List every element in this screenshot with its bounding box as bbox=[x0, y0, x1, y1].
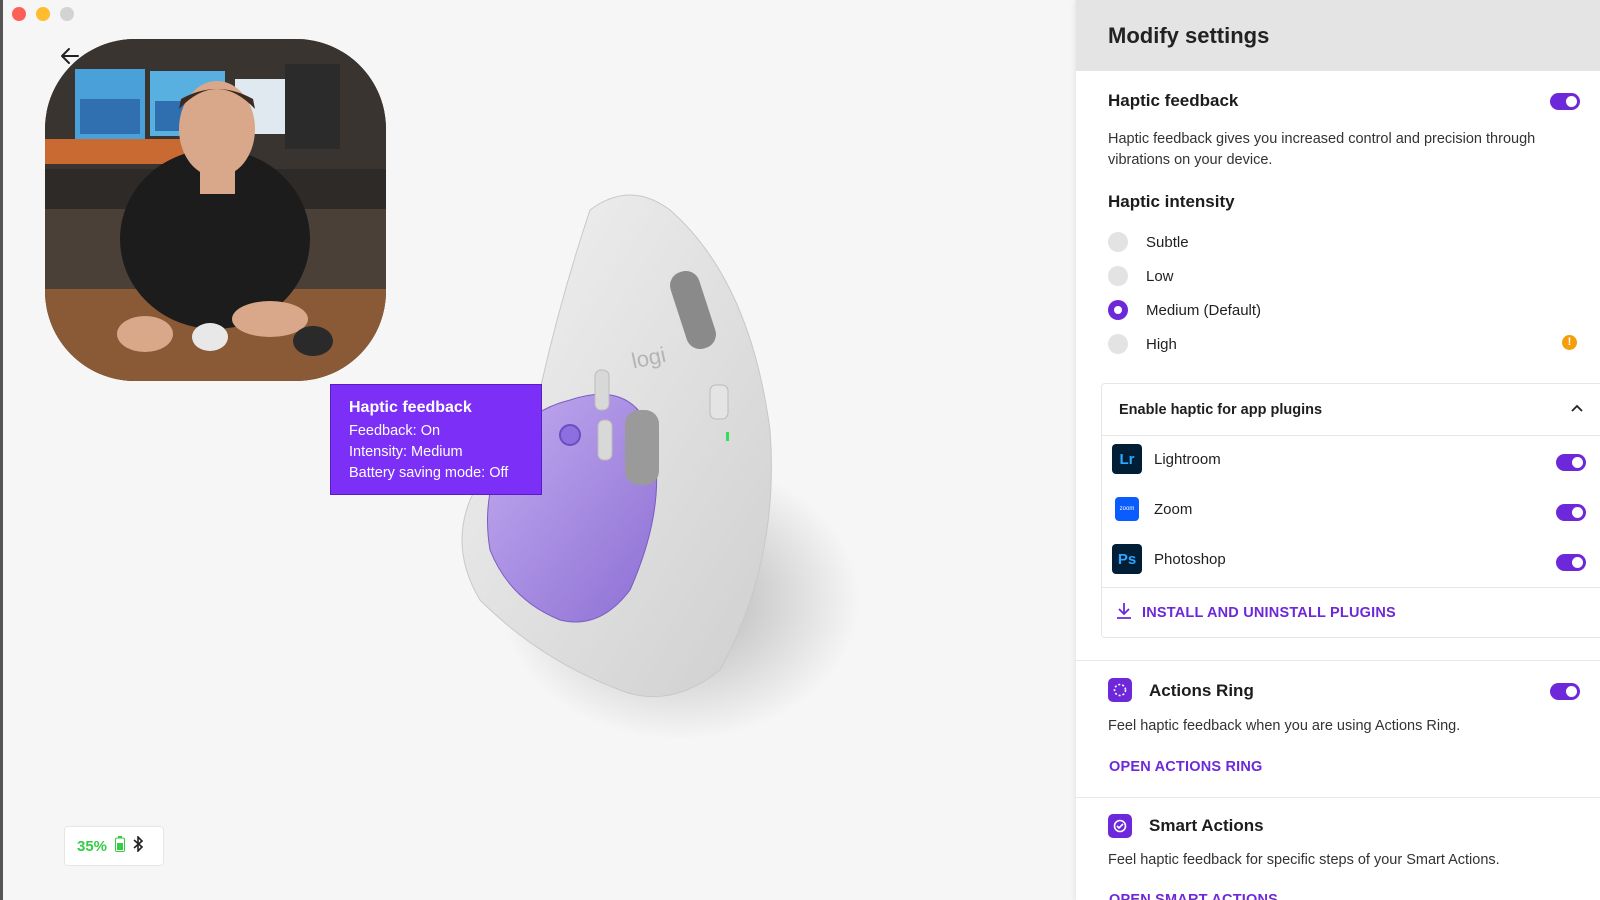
open-smart-actions-link[interactable]: OPEN SMART ACTIONS bbox=[1109, 892, 1278, 900]
actions-ring-toggle[interactable] bbox=[1550, 683, 1580, 700]
close-window-button[interactable] bbox=[12, 7, 26, 21]
lightroom-toggle[interactable] bbox=[1556, 454, 1586, 471]
plugin-name: Lightroom bbox=[1154, 450, 1221, 468]
tooltip-battery-saving-line: Battery saving mode: Off bbox=[349, 465, 509, 481]
install-uninstall-plugins-link[interactable]: INSTALL AND UNINSTALL PLUGINS bbox=[1142, 605, 1396, 621]
smart-actions-icon bbox=[1108, 814, 1132, 838]
plugin-name: Zoom bbox=[1154, 500, 1193, 518]
lightroom-icon: Lr bbox=[1112, 444, 1142, 474]
open-actions-ring-link[interactable]: OPEN ACTIONS RING bbox=[1109, 759, 1263, 775]
tooltip-feedback-line: Feedback: On bbox=[349, 423, 441, 439]
zoom-icon: zoom bbox=[1115, 497, 1139, 521]
chevron-up-icon[interactable] bbox=[1570, 402, 1584, 420]
radio-button[interactable] bbox=[1108, 232, 1128, 252]
panel-title: Modify settings bbox=[1108, 22, 1270, 48]
window-controls bbox=[12, 7, 74, 21]
actions-ring-title: Actions Ring bbox=[1149, 681, 1254, 700]
app-plugins-box: Enable haptic for app plugins Lr Lightro… bbox=[1101, 383, 1600, 638]
haptic-feedback-toggle[interactable] bbox=[1550, 93, 1580, 110]
haptic-feedback-title: Haptic feedback bbox=[1108, 91, 1239, 110]
intensity-option-label: Medium (Default) bbox=[1146, 301, 1262, 319]
haptic-intensity-title: Haptic intensity bbox=[1108, 192, 1235, 211]
actions-ring-description: Feel haptic feedback when you are using … bbox=[1108, 718, 1461, 734]
install-plugins-row[interactable]: INSTALL AND UNINSTALL PLUGINS bbox=[1102, 587, 1600, 638]
plugin-row-lightroom: Lr Lightroom bbox=[1112, 444, 1221, 474]
app-plugins-header[interactable]: Enable haptic for app plugins bbox=[1102, 384, 1600, 436]
radio-button-selected[interactable] bbox=[1108, 300, 1128, 320]
zoom-toggle[interactable] bbox=[1556, 504, 1586, 521]
radio-button[interactable] bbox=[1108, 266, 1128, 286]
section-divider bbox=[1076, 797, 1600, 798]
window-edge bbox=[0, 0, 3, 900]
section-divider bbox=[1076, 660, 1600, 661]
minimize-window-button[interactable] bbox=[36, 7, 50, 21]
smart-actions-title: Smart Actions bbox=[1149, 816, 1264, 835]
radio-button[interactable] bbox=[1108, 334, 1128, 354]
plugin-row-photoshop: Ps Photoshop bbox=[1112, 544, 1226, 574]
photoshop-icon: Ps bbox=[1112, 544, 1142, 574]
intensity-option-low[interactable]: Low bbox=[1108, 266, 1174, 286]
haptic-tooltip: Haptic feedback Feedback: On Intensity: … bbox=[330, 384, 542, 495]
battery-icon bbox=[115, 835, 126, 857]
intensity-option-label: Subtle bbox=[1146, 233, 1189, 251]
download-icon bbox=[1116, 602, 1132, 625]
plugin-name: Photoshop bbox=[1154, 550, 1226, 568]
tooltip-title: Haptic feedback bbox=[349, 399, 472, 416]
photoshop-toggle[interactable] bbox=[1556, 554, 1586, 571]
actions-ring-icon bbox=[1108, 678, 1132, 702]
intensity-option-high[interactable]: High bbox=[1108, 334, 1177, 354]
intensity-option-subtle[interactable]: Subtle bbox=[1108, 232, 1189, 252]
zoom-window-button[interactable] bbox=[60, 7, 74, 21]
haptic-feedback-description: Haptic feedback gives you increased cont… bbox=[1108, 131, 1536, 168]
intensity-option-medium[interactable]: Medium (Default) bbox=[1108, 300, 1261, 320]
intensity-option-label: Low bbox=[1146, 267, 1174, 285]
bluetooth-icon bbox=[133, 834, 144, 857]
intensity-option-label: High bbox=[1146, 335, 1177, 353]
plugin-row-zoom: zoom Zoom bbox=[1112, 494, 1192, 524]
app-plugins-title: Enable haptic for app plugins bbox=[1119, 401, 1323, 418]
smart-actions-description: Feel haptic feedback for specific steps … bbox=[1108, 852, 1500, 868]
info-warning-icon[interactable]: ! bbox=[1562, 335, 1577, 350]
presenter-video bbox=[45, 39, 386, 381]
battery-status: 35% bbox=[64, 826, 164, 866]
battery-percent: 35% bbox=[77, 837, 108, 855]
tooltip-intensity-line: Intensity: Medium bbox=[349, 444, 463, 460]
panel-header: Modify settings bbox=[1076, 0, 1600, 71]
